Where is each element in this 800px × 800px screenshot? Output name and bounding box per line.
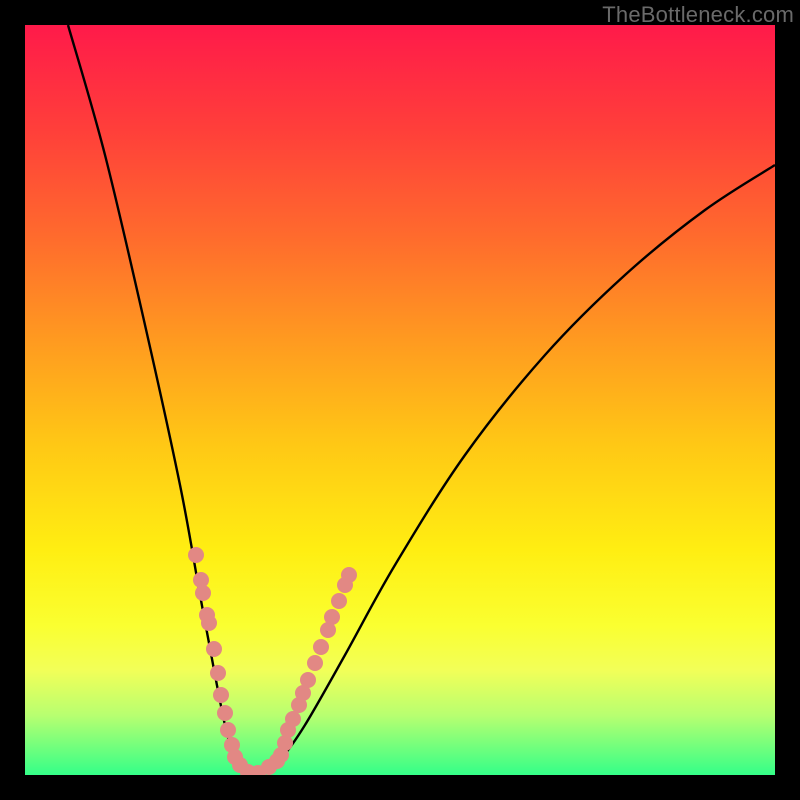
data-marker (213, 687, 229, 703)
data-marker (313, 639, 329, 655)
data-marker (206, 641, 222, 657)
data-marker (341, 567, 357, 583)
data-marker (210, 665, 226, 681)
watermark-text: TheBottleneck.com (602, 2, 794, 28)
data-marker (220, 722, 236, 738)
data-marker (300, 672, 316, 688)
bottleneck-curve (68, 25, 775, 775)
data-marker (188, 547, 204, 563)
data-marker (217, 705, 233, 721)
data-marker (201, 615, 217, 631)
data-marker (307, 655, 323, 671)
curve-svg (25, 25, 775, 775)
chart-frame: TheBottleneck.com (0, 0, 800, 800)
data-marker (324, 609, 340, 625)
data-marker (285, 711, 301, 727)
data-marker (195, 585, 211, 601)
data-marker (331, 593, 347, 609)
plot-area (25, 25, 775, 775)
